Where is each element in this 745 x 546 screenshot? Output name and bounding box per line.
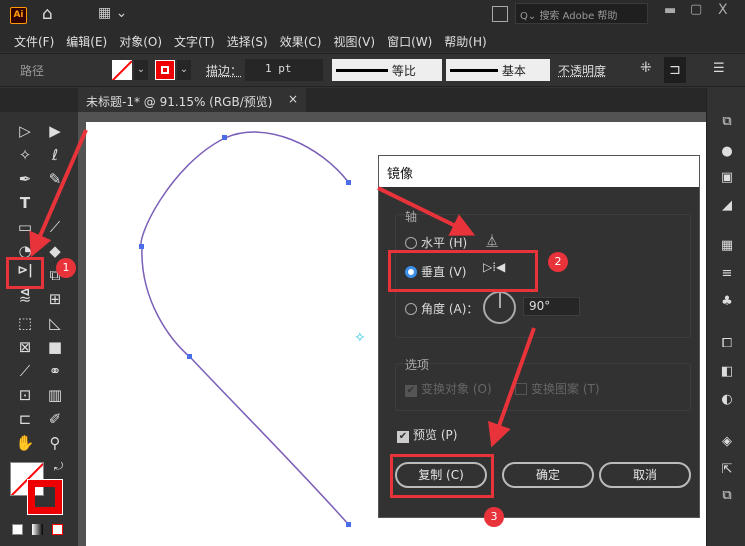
radio-icon	[405, 237, 417, 249]
symbols-icon[interactable]: ♣	[719, 294, 735, 310]
angle-radio[interactable]: 角度 (A)：	[405, 300, 478, 317]
highlight-vertical-option	[388, 250, 538, 292]
horizontal-axis-icon: ⏅	[486, 234, 499, 248]
transform-patterns-checkbox[interactable]: 变换图案 (T)	[515, 380, 600, 397]
stroke-panel-icon[interactable]: ≡	[719, 266, 735, 282]
anchor-point[interactable]	[187, 354, 192, 359]
transparency-icon[interactable]: ◧	[719, 364, 735, 380]
transform-patterns-label: 变换图案 (T)	[531, 382, 600, 396]
transform-objects-label: 变换对象 (O)	[421, 382, 492, 396]
ok-button[interactable]: 确定	[502, 462, 594, 488]
highlight-reflect-tool	[6, 257, 44, 289]
right-panel-dock: ⧉ ● ▣ ◢ ▦ ≡ ♣ ⧠ ◧ ◐ ◈ ⇱ ⧉	[706, 88, 745, 546]
options-group-label: 选项	[405, 358, 430, 372]
anchor-point[interactable]	[346, 180, 351, 185]
mirrored-path[interactable]	[140, 131, 350, 526]
angle-label: 角度 (A)：	[421, 302, 479, 316]
step-badge-2: 2	[548, 252, 568, 272]
horizontal-radio[interactable]: 水平 (H)	[405, 234, 467, 251]
anchor-point[interactable]	[139, 244, 144, 249]
layers-icon[interactable]: ◈	[719, 434, 735, 450]
step-badge-1: 1	[56, 258, 76, 278]
preview-checkbox[interactable]: ✔ 预览 (P)	[397, 426, 457, 443]
color-icon[interactable]: ●	[719, 144, 735, 160]
properties-icon[interactable]: ⧉	[719, 114, 735, 130]
radio-icon	[405, 303, 417, 315]
transform-panel-icon[interactable]: ⧠	[719, 336, 735, 352]
gradient-icon[interactable]: ◢	[719, 198, 735, 214]
anchor-point[interactable]	[346, 522, 351, 527]
horizontal-label: 水平 (H)	[421, 236, 468, 250]
reflect-origin-icon[interactable]: ✧	[354, 330, 366, 346]
angle-value: 90°	[529, 299, 551, 313]
swatches-icon[interactable]: ▦	[719, 238, 735, 254]
highlight-copy-button	[390, 454, 494, 498]
step-badge-3: 3	[484, 507, 504, 527]
angle-dial[interactable]	[483, 291, 516, 324]
dialog-title: 镜像	[379, 156, 699, 187]
artboards-icon[interactable]: ⧉	[719, 488, 735, 504]
export-icon[interactable]: ⇱	[719, 462, 735, 478]
cancel-button[interactable]: 取消	[599, 462, 691, 488]
appearance-icon[interactable]: ◐	[719, 392, 735, 408]
axis-group-label: 轴	[405, 210, 418, 224]
angle-input[interactable]: 90°	[523, 297, 580, 316]
preview-label: 预览 (P)	[413, 428, 458, 442]
anchor-point[interactable]	[222, 135, 227, 140]
transform-objects-checkbox[interactable]: ✔ 变换对象 (O)	[405, 380, 492, 397]
color-guide-icon[interactable]: ▣	[719, 170, 735, 186]
